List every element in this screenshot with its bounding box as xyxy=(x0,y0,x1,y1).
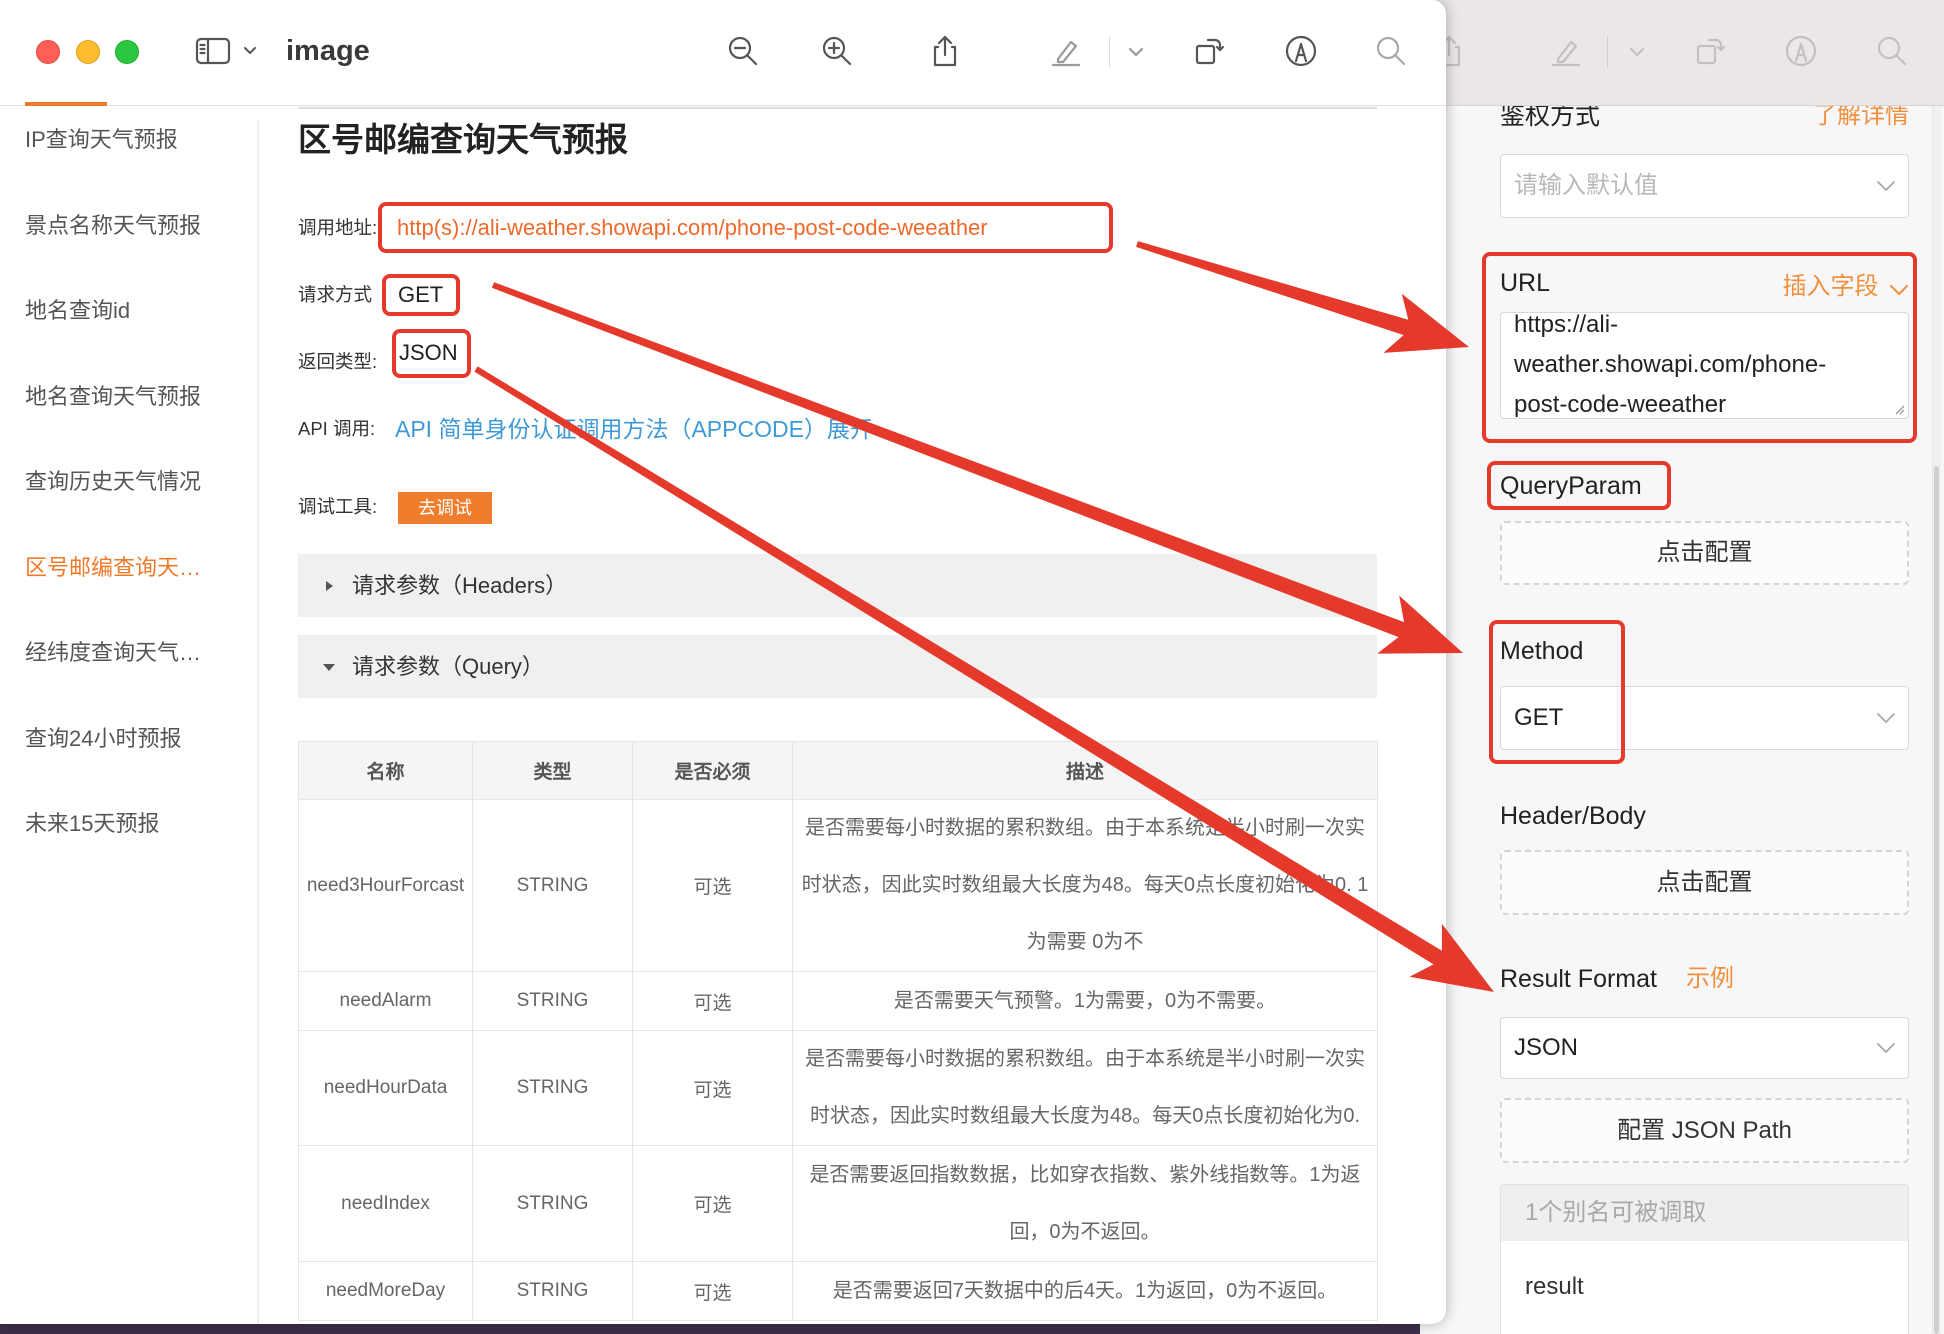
annotation-arrow-result-format xyxy=(474,366,1494,992)
screen: 鉴权方式 了解详情 请输入默认值 URL 插入字段 https://ali- w… xyxy=(0,0,1944,1334)
annotation-layer xyxy=(474,241,1494,992)
annotation-arrow-url xyxy=(1136,241,1469,353)
